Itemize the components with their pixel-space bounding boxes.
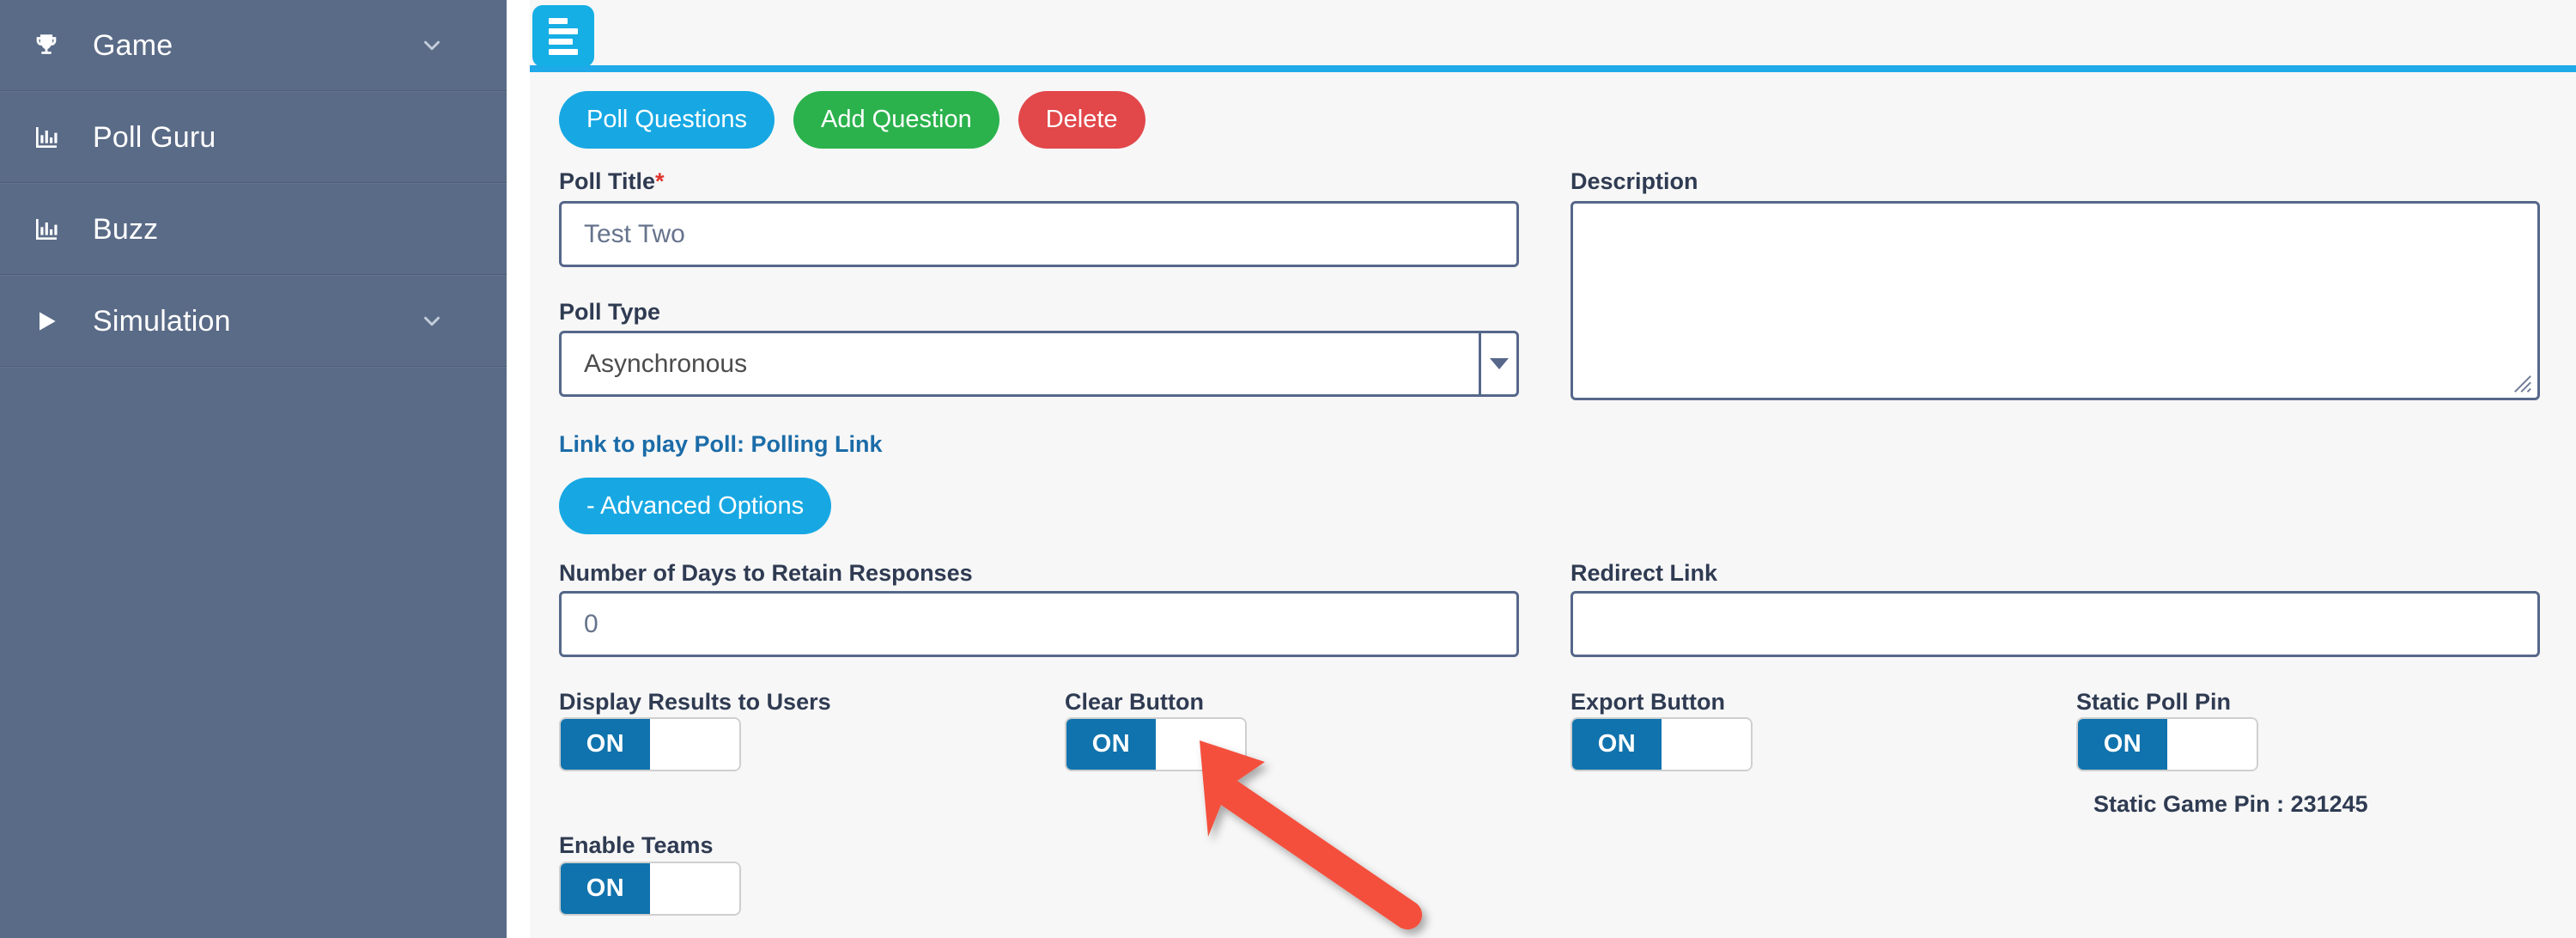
sidebar-item-label: Game [93, 28, 173, 62]
toggle-state-label: ON [1572, 719, 1662, 770]
toggle-state-label: ON [1066, 719, 1156, 770]
poll-title-value: Test Two [584, 219, 685, 248]
toggle-state-label: ON [561, 863, 650, 914]
poll-type-value: Asynchronous [584, 349, 748, 378]
bar-chart-icon [0, 124, 93, 151]
required-asterisk: * [655, 168, 665, 194]
sidebar: Game Poll Guru Buzz Simulation [0, 0, 507, 938]
redirect-link-input[interactable] [1571, 591, 2540, 657]
poll-questions-button[interactable]: Poll Questions [559, 91, 775, 149]
sidebar-empty-area [0, 368, 507, 938]
clear-button-label: Clear Button [1065, 689, 1204, 715]
static-poll-pin-label: Static Poll Pin [2076, 689, 2232, 715]
sidebar-item-label: Buzz [93, 212, 159, 246]
sidebar-item-game[interactable]: Game [0, 0, 507, 92]
bar-chart-icon [0, 216, 93, 243]
align-left-icon [549, 17, 578, 55]
poll-type-label: Poll Type [559, 299, 661, 325]
redirect-link-label: Redirect Link [1571, 560, 1718, 586]
add-question-button[interactable]: Add Question [793, 91, 999, 149]
description-textarea[interactable] [1571, 201, 2540, 400]
chevron-down-icon[interactable] [419, 308, 445, 334]
retain-days-input[interactable]: 0 [559, 591, 1519, 657]
menu-toggle-button[interactable] [532, 5, 594, 67]
polling-link[interactable]: Link to play Poll: Polling Link [559, 431, 883, 458]
toggle-track-off [650, 863, 739, 914]
poll-title-input[interactable]: Test Two [559, 201, 1519, 267]
delete-button[interactable]: Delete [1018, 91, 1145, 149]
display-results-toggle[interactable]: ON [559, 717, 741, 771]
chevron-down-icon[interactable] [1479, 333, 1516, 394]
advanced-options-button[interactable]: - Advanced Options [559, 478, 832, 534]
clear-button-toggle[interactable]: ON [1065, 717, 1247, 771]
poll-type-select[interactable]: Asynchronous [559, 331, 1519, 397]
resize-grip-icon[interactable] [2513, 375, 2532, 393]
toggle-track-off [1662, 719, 1751, 770]
toggle-state-label: ON [561, 719, 650, 770]
sidebar-item-buzz[interactable]: Buzz [0, 184, 507, 276]
retain-days-value: 0 [584, 609, 598, 638]
chevron-down-icon[interactable] [419, 33, 445, 58]
static-poll-pin-toggle[interactable]: ON [2076, 717, 2258, 771]
toggle-track-off [2167, 719, 2257, 770]
enable-teams-label: Enable Teams [559, 832, 714, 858]
action-button-row: Poll Questions Add Question Delete [559, 91, 1145, 149]
toggle-track-off [1156, 719, 1245, 770]
app-root: Game Poll Guru Buzz Simulation Poll Ques… [0, 0, 2576, 938]
poll-title-label: Poll Title* [559, 168, 665, 194]
sidebar-item-poll-guru[interactable]: Poll Guru [0, 92, 507, 184]
trophy-icon [0, 31, 93, 60]
retain-days-label: Number of Days to Retain Responses [559, 560, 973, 586]
export-button-label: Export Button [1571, 689, 1725, 715]
toggle-state-label: ON [2078, 719, 2167, 770]
play-icon [0, 308, 93, 335]
static-game-pin-text: Static Game Pin : 231245 [2093, 791, 2368, 817]
export-button-toggle[interactable]: ON [1571, 717, 1753, 771]
panel-top-accent-bar [530, 65, 2576, 72]
sidebar-item-simulation[interactable]: Simulation [0, 276, 507, 368]
description-label: Description [1571, 168, 1698, 194]
enable-teams-toggle[interactable]: ON [559, 862, 741, 916]
sidebar-item-label: Poll Guru [93, 120, 216, 154]
display-results-label: Display Results to Users [559, 689, 831, 715]
sidebar-item-label: Simulation [93, 304, 231, 338]
toggle-track-off [650, 719, 739, 770]
